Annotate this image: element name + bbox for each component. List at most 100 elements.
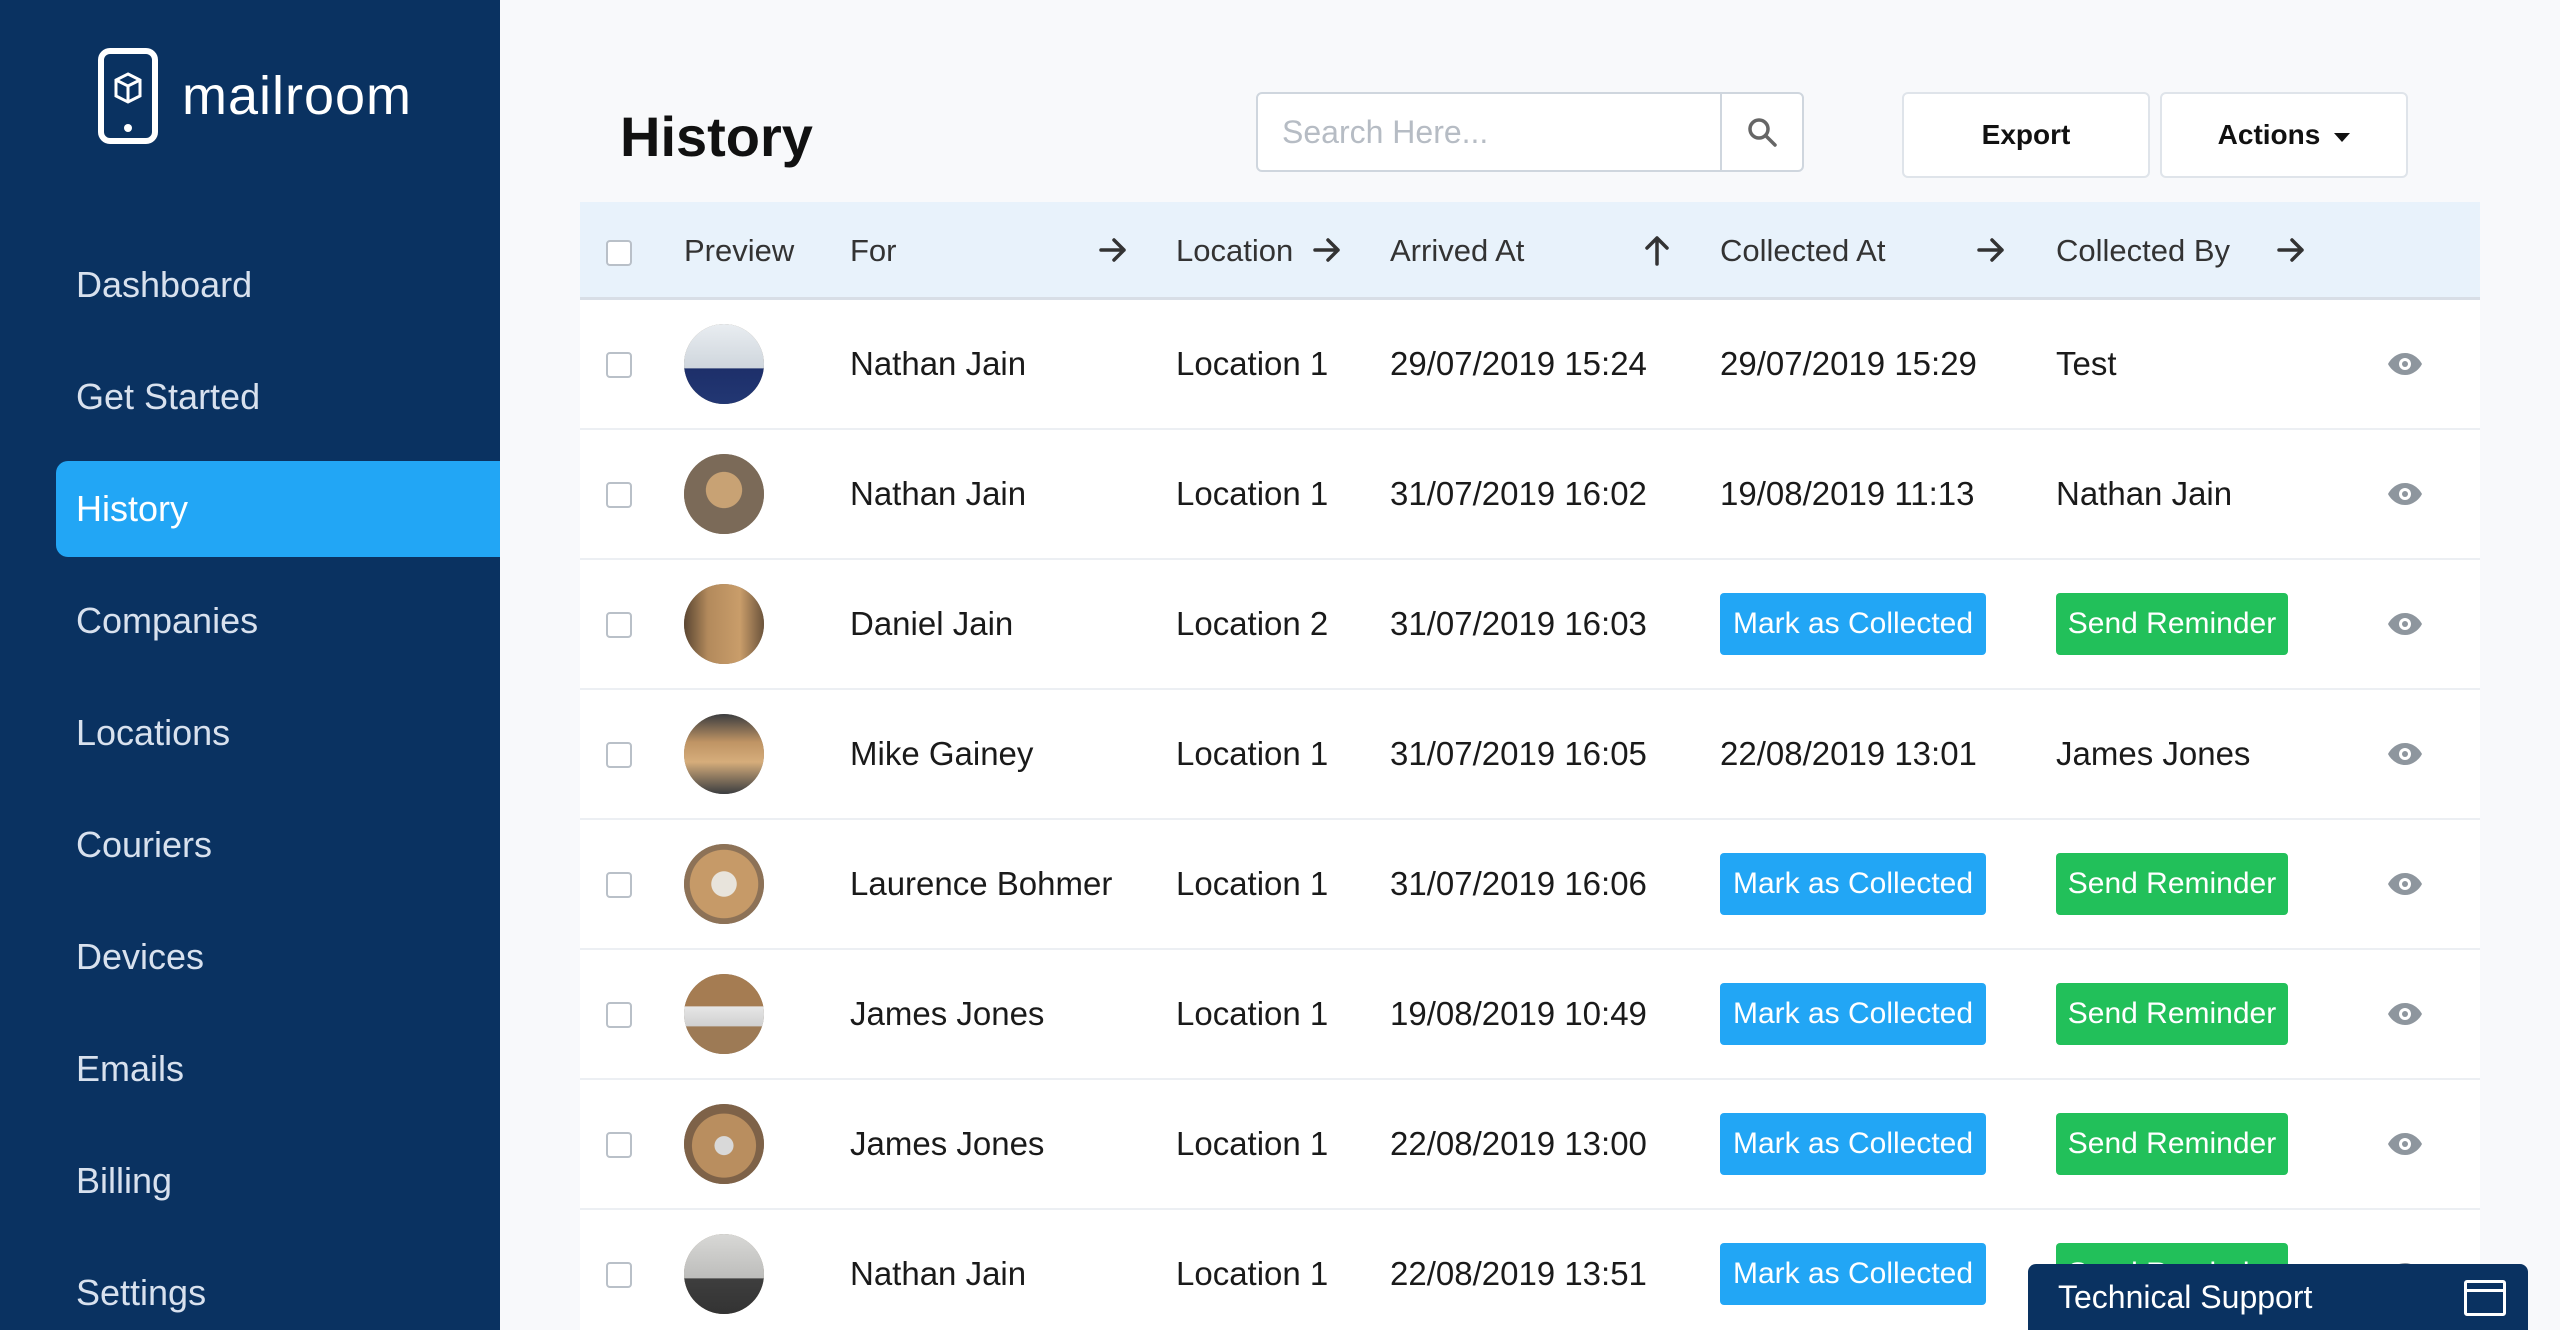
sidebar-item-emails[interactable]: Emails [56, 1021, 500, 1117]
row-checkbox[interactable] [606, 1262, 632, 1288]
cell-collected-at: 22/08/2019 13:01 [1720, 735, 1977, 772]
row-checkbox[interactable] [606, 742, 632, 768]
package-thumbnail[interactable] [684, 324, 764, 404]
sort-arrow-right-icon[interactable] [1976, 232, 2006, 268]
cell-location: Location 1 [1176, 1255, 1329, 1292]
technical-support-label: Technical Support [2058, 1278, 2313, 1315]
logo[interactable]: mailroom [98, 48, 412, 144]
table-row[interactable]: Nathan Jain Location 1 31/07/2019 16:02 … [580, 430, 2480, 560]
table-row[interactable]: Nathan Jain Location 1 29/07/2019 15:24 … [580, 300, 2480, 430]
sort-arrow-up-icon[interactable] [1642, 232, 1672, 268]
eye-icon[interactable] [2386, 1129, 2424, 1159]
export-label: Export [1981, 119, 2071, 150]
row-checkbox[interactable] [606, 612, 632, 638]
row-checkbox[interactable] [606, 482, 632, 508]
sort-arrow-right-icon[interactable] [1312, 232, 1342, 268]
package-thumbnail[interactable] [684, 584, 764, 664]
cell-location: Location 1 [1176, 995, 1329, 1032]
mark-as-collected-button[interactable]: Mark as Collected [1720, 1243, 1986, 1305]
technical-support-widget[interactable]: Technical Support [2028, 1264, 2528, 1330]
table-row[interactable]: James Jones Location 1 19/08/2019 10:49 … [580, 950, 2480, 1080]
sort-arrow-right-icon[interactable] [1098, 232, 1128, 268]
cell-location: Location 1 [1176, 345, 1329, 382]
search-box [1256, 92, 1804, 172]
export-button[interactable]: Export [1902, 92, 2150, 178]
cell-for: Nathan Jain [850, 475, 1027, 512]
actions-label: Actions [2217, 119, 2321, 150]
package-thumbnail[interactable] [684, 974, 764, 1054]
cell-collected-by: James Jones [2056, 735, 2251, 772]
cell-arrived-at: 29/07/2019 15:24 [1390, 345, 1647, 382]
row-checkbox[interactable] [606, 1132, 632, 1158]
eye-icon[interactable] [2386, 739, 2424, 769]
table-row[interactable]: Laurence Bohmer Location 1 31/07/2019 16… [580, 820, 2480, 950]
table-row[interactable]: Mike Gainey Location 1 31/07/2019 16:05 … [580, 690, 2480, 820]
cell-for: James Jones [850, 995, 1045, 1032]
package-thumbnail[interactable] [684, 844, 764, 924]
send-reminder-button[interactable]: Send Reminder [2056, 593, 2288, 655]
caret-down-icon [2334, 132, 2351, 142]
cell-arrived-at: 22/08/2019 13:51 [1390, 1255, 1647, 1292]
sidebar-item-locations[interactable]: Locations [56, 685, 500, 781]
cell-location: Location 1 [1176, 1125, 1329, 1162]
window-icon [2464, 1280, 2506, 1316]
eye-icon[interactable] [2386, 609, 2424, 639]
sidebar-item-get-started[interactable]: Get Started [56, 349, 500, 445]
sidebar-item-history[interactable]: History [56, 461, 500, 557]
table-row[interactable]: James Jones Location 1 22/08/2019 13:00 … [580, 1080, 2480, 1210]
row-checkbox[interactable] [606, 872, 632, 898]
sidebar-item-settings[interactable]: Settings [56, 1245, 500, 1330]
table-header: Preview For Location Arrived At Collecte… [580, 202, 2480, 300]
search-button[interactable] [1720, 94, 1802, 170]
send-reminder-button[interactable]: Send Reminder [2056, 983, 2288, 1045]
sidebar-item-dashboard[interactable]: Dashboard [56, 237, 500, 333]
select-all-checkbox[interactable] [606, 240, 632, 266]
actions-dropdown[interactable]: Actions [2160, 92, 2408, 178]
eye-icon[interactable] [2386, 479, 2424, 509]
sidebar-item-devices[interactable]: Devices [56, 909, 500, 1005]
eye-icon[interactable] [2386, 869, 2424, 899]
mark-as-collected-button[interactable]: Mark as Collected [1720, 593, 1986, 655]
mark-as-collected-button[interactable]: Mark as Collected [1720, 1113, 1986, 1175]
cell-for: James Jones [850, 1125, 1045, 1162]
sort-arrow-right-icon[interactable] [2276, 232, 2306, 268]
column-header-collected-by[interactable]: Collected By [2056, 202, 2230, 300]
sidebar-item-couriers[interactable]: Couriers [56, 797, 500, 893]
cell-arrived-at: 31/07/2019 16:03 [1390, 605, 1647, 642]
column-header-collected-at[interactable]: Collected At [1720, 202, 1885, 300]
package-thumbnail[interactable] [684, 454, 764, 534]
sidebar: mailroom Dashboard Get Started History C… [0, 0, 500, 1330]
cell-location: Location 1 [1176, 735, 1329, 772]
package-thumbnail[interactable] [684, 1234, 764, 1314]
table-row[interactable]: Daniel Jain Location 2 31/07/2019 16:03 … [580, 560, 2480, 690]
cell-collected-by: Nathan Jain [2056, 475, 2233, 512]
send-reminder-button[interactable]: Send Reminder [2056, 853, 2288, 915]
sidebar-item-billing[interactable]: Billing [56, 1133, 500, 1229]
cell-for: Daniel Jain [850, 605, 1014, 642]
sidebar-nav: Dashboard Get Started History Companies … [56, 237, 500, 1330]
eye-icon[interactable] [2386, 349, 2424, 379]
cell-location: Location 1 [1176, 475, 1329, 512]
phone-box-icon [98, 48, 158, 144]
mark-as-collected-button[interactable]: Mark as Collected [1720, 983, 1986, 1045]
cell-for: Nathan Jain [850, 1255, 1027, 1292]
cell-arrived-at: 19/08/2019 10:49 [1390, 995, 1647, 1032]
column-header-for[interactable]: For [850, 202, 897, 300]
package-thumbnail[interactable] [684, 1104, 764, 1184]
send-reminder-button[interactable]: Send Reminder [2056, 1113, 2288, 1175]
cell-location: Location 2 [1176, 605, 1329, 642]
history-table: Preview For Location Arrived At Collecte… [580, 202, 2480, 1330]
search-icon [1748, 118, 1777, 147]
column-header-preview: Preview [684, 233, 795, 268]
mark-as-collected-button[interactable]: Mark as Collected [1720, 853, 1986, 915]
eye-icon[interactable] [2386, 999, 2424, 1029]
package-thumbnail[interactable] [684, 714, 764, 794]
column-header-arrived-at[interactable]: Arrived At [1390, 202, 1524, 300]
row-checkbox[interactable] [606, 352, 632, 378]
column-header-location[interactable]: Location [1176, 202, 1293, 300]
search-input[interactable] [1258, 94, 1720, 170]
sidebar-item-companies[interactable]: Companies [56, 573, 500, 669]
brand-name: mailroom [182, 66, 413, 126]
row-checkbox[interactable] [606, 1002, 632, 1028]
cell-for: Nathan Jain [850, 345, 1027, 382]
